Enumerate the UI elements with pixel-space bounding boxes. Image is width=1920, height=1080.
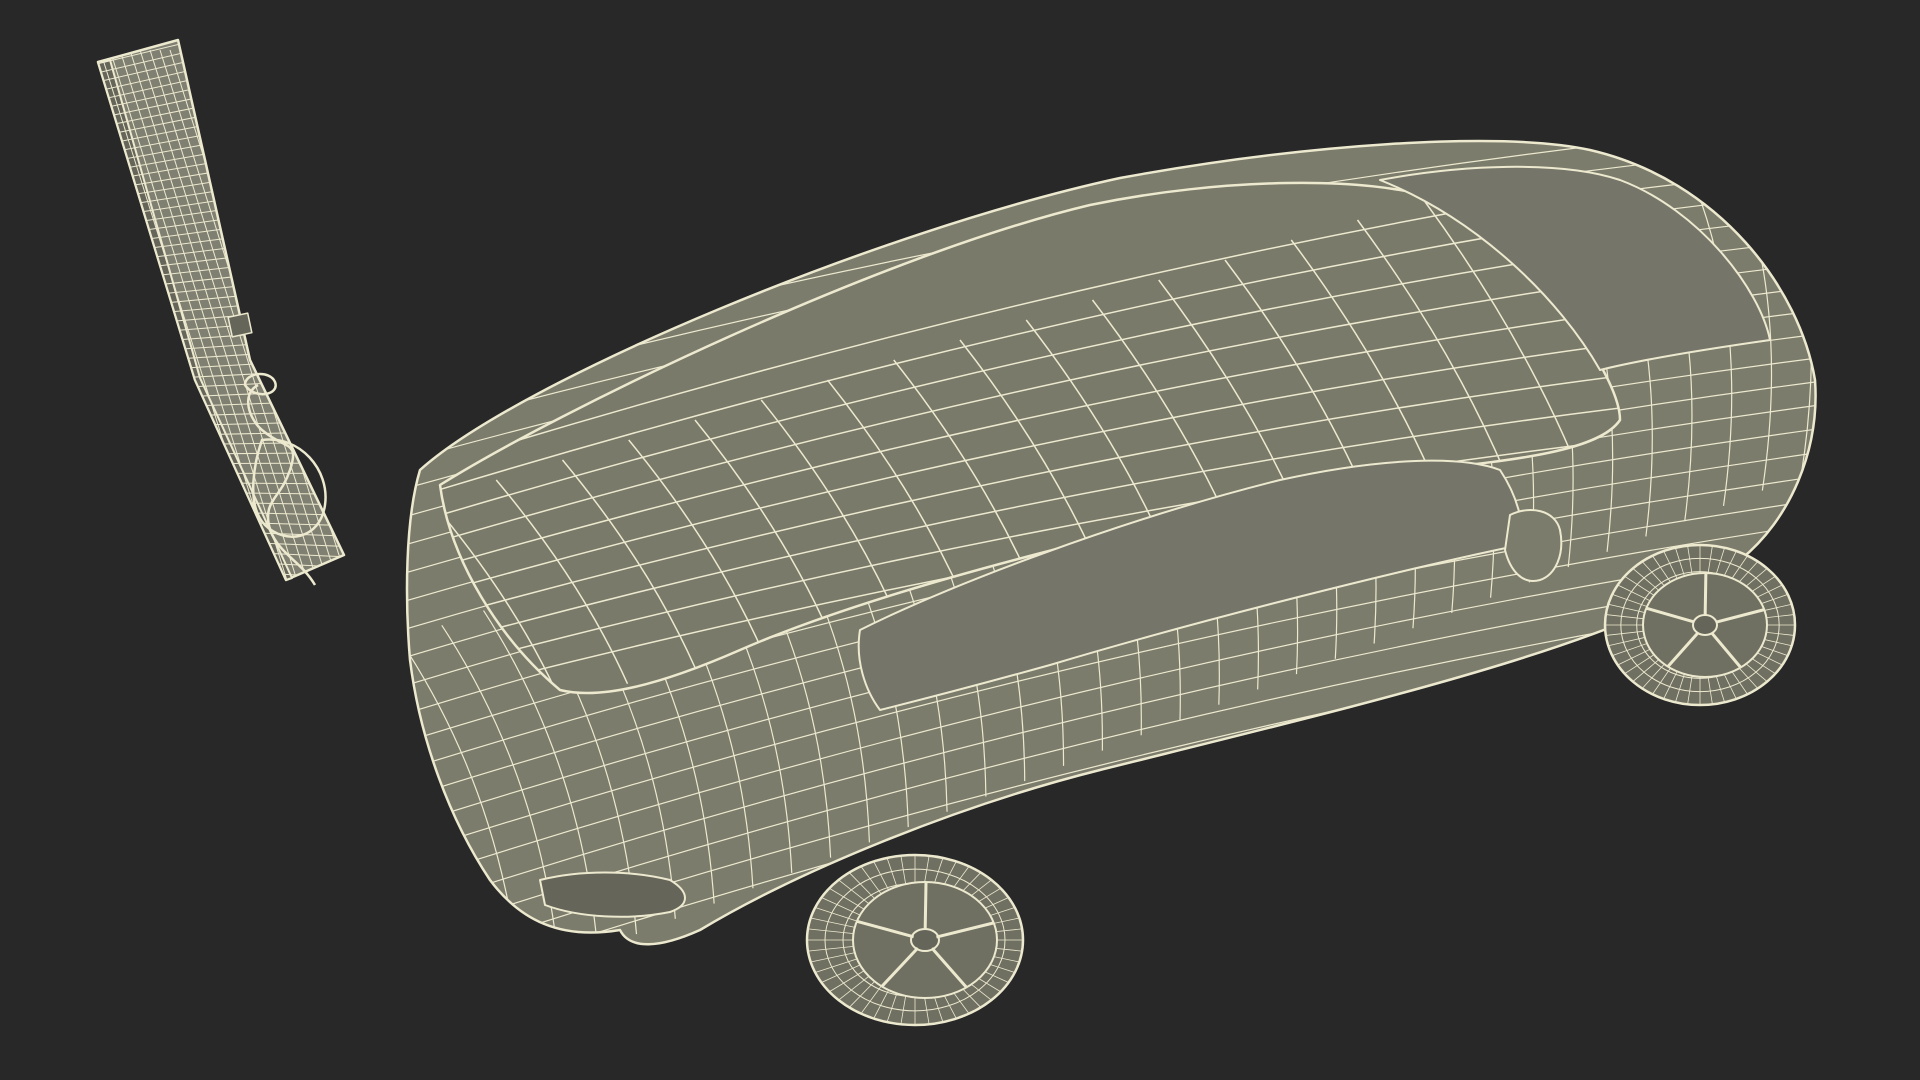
charger-mesh-line bbox=[98, 462, 344, 465]
electric-car bbox=[405, 139, 1851, 1027]
wireframe-scene bbox=[80, 38, 1851, 1027]
charger-mesh-line bbox=[98, 481, 344, 485]
rear-wheel bbox=[805, 853, 1025, 1027]
charger-mesh-line bbox=[98, 147, 344, 195]
charger-mesh-line bbox=[98, 441, 344, 447]
charger-display bbox=[227, 312, 253, 338]
charger-mesh-line bbox=[129, 49, 301, 580]
charger-housing bbox=[96, 38, 346, 582]
charger-mesh-line bbox=[98, 179, 344, 222]
charger-mesh-line bbox=[80, 590, 360, 610]
charger-mesh-line bbox=[98, 40, 344, 78]
charger-mesh-line bbox=[98, 472, 344, 474]
charger-mesh-line bbox=[80, 581, 360, 600]
charger-mesh-line bbox=[119, 49, 291, 580]
wall-charger bbox=[80, 38, 360, 610]
charger-mesh-line bbox=[98, 571, 344, 580]
rim-spoke bbox=[923, 881, 928, 931]
rim-spoke bbox=[1703, 572, 1708, 616]
charger-mesh-line bbox=[98, 452, 344, 456]
body-mesh-line bbox=[1820, 140, 1851, 460]
side-mirror bbox=[1504, 509, 1563, 582]
charger-mesh-line bbox=[98, 168, 344, 213]
charger-mesh-line bbox=[98, 40, 344, 60]
charger-mesh-line bbox=[98, 40, 344, 51]
rear-light bbox=[539, 871, 686, 918]
charger-mesh-line bbox=[139, 49, 311, 580]
front-wheel bbox=[1603, 543, 1797, 707]
charger-mesh-line bbox=[98, 40, 344, 87]
render-viewport bbox=[0, 0, 1920, 1080]
charger-mesh-line bbox=[98, 158, 344, 204]
charger-mesh-line bbox=[98, 490, 344, 495]
